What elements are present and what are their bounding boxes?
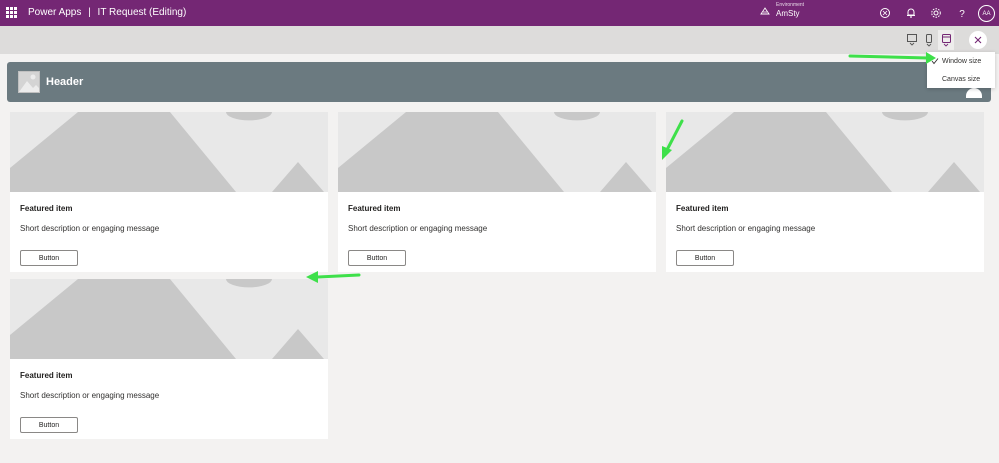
- chevron-down-icon: [943, 43, 949, 47]
- chevron-down-icon: [909, 42, 915, 46]
- card-title: Featured item: [20, 204, 73, 213]
- help-icon[interactable]: ?: [956, 7, 968, 19]
- header-image-placeholder: [18, 71, 40, 93]
- card-description: Short description or engaging message: [20, 224, 160, 233]
- copilot-icon[interactable]: [879, 7, 891, 19]
- screen-size-icon: [941, 33, 951, 43]
- menu-item-label: Window size: [942, 57, 982, 65]
- environment-label: Environment: [776, 2, 805, 8]
- card-title: Featured item: [676, 204, 729, 213]
- app-title: Power Apps | IT Request (Editing): [28, 7, 186, 18]
- top-bar: Power Apps | IT Request (Editing) Enviro…: [0, 0, 999, 26]
- avatar[interactable]: AA: [978, 5, 995, 22]
- card-title: Featured item: [20, 371, 73, 380]
- card-title: Featured item: [348, 204, 401, 213]
- environment-name: AmSty: [776, 9, 800, 18]
- app-launcher-icon[interactable]: [6, 7, 17, 18]
- close-icon: [974, 36, 982, 44]
- card-image-placeholder: [338, 112, 656, 192]
- phone-size-button[interactable]: [921, 30, 937, 50]
- card-button[interactable]: Button: [20, 250, 78, 266]
- bell-icon[interactable]: [905, 7, 917, 19]
- screen-size-button[interactable]: [938, 30, 954, 50]
- card-button[interactable]: Button: [676, 250, 734, 266]
- featured-card: Featured item Short description or engag…: [338, 112, 656, 272]
- phone-icon: [926, 33, 932, 43]
- card-image-placeholder: [10, 279, 328, 359]
- image-placeholder-icon: [19, 74, 39, 92]
- gear-icon[interactable]: [930, 7, 942, 19]
- menu-item-label: Canvas size: [942, 75, 981, 83]
- card-description: Short description or engaging message: [20, 391, 160, 400]
- header-toggle[interactable]: [966, 88, 982, 98]
- checkmark-icon: [931, 58, 939, 65]
- app-header: Header: [7, 62, 991, 102]
- card-button[interactable]: Button: [20, 417, 78, 433]
- card-image-placeholder: [10, 112, 328, 192]
- menu-item-canvas-size[interactable]: Canvas size: [927, 70, 995, 88]
- featured-card: Featured item Short description or engag…: [666, 112, 984, 272]
- menu-item-window-size[interactable]: Window size: [927, 52, 995, 70]
- environment-icon: [760, 6, 770, 14]
- card-description: Short description or engaging message: [676, 224, 816, 233]
- environment-picker[interactable]: Environment AmSty: [760, 3, 804, 18]
- chevron-down-icon: [926, 43, 932, 47]
- preview-command-bar: [0, 26, 999, 54]
- tablet-size-button[interactable]: [904, 30, 920, 50]
- header-title: Header: [46, 76, 84, 88]
- close-preview-button[interactable]: [969, 31, 987, 49]
- card-image-placeholder: [666, 112, 984, 192]
- app-name: Power Apps: [28, 7, 82, 18]
- card-button[interactable]: Button: [348, 250, 406, 266]
- featured-card: Featured item Short description or engag…: [10, 112, 328, 272]
- featured-card: Featured item Short description or engag…: [10, 279, 328, 439]
- tablet-icon: [907, 34, 917, 42]
- size-dropdown-menu: Window size Canvas size: [927, 52, 995, 88]
- document-title: IT Request (Editing): [97, 7, 187, 18]
- title-separator: |: [88, 7, 91, 18]
- svg-text:?: ?: [959, 9, 965, 19]
- card-description: Short description or engaging message: [348, 224, 488, 233]
